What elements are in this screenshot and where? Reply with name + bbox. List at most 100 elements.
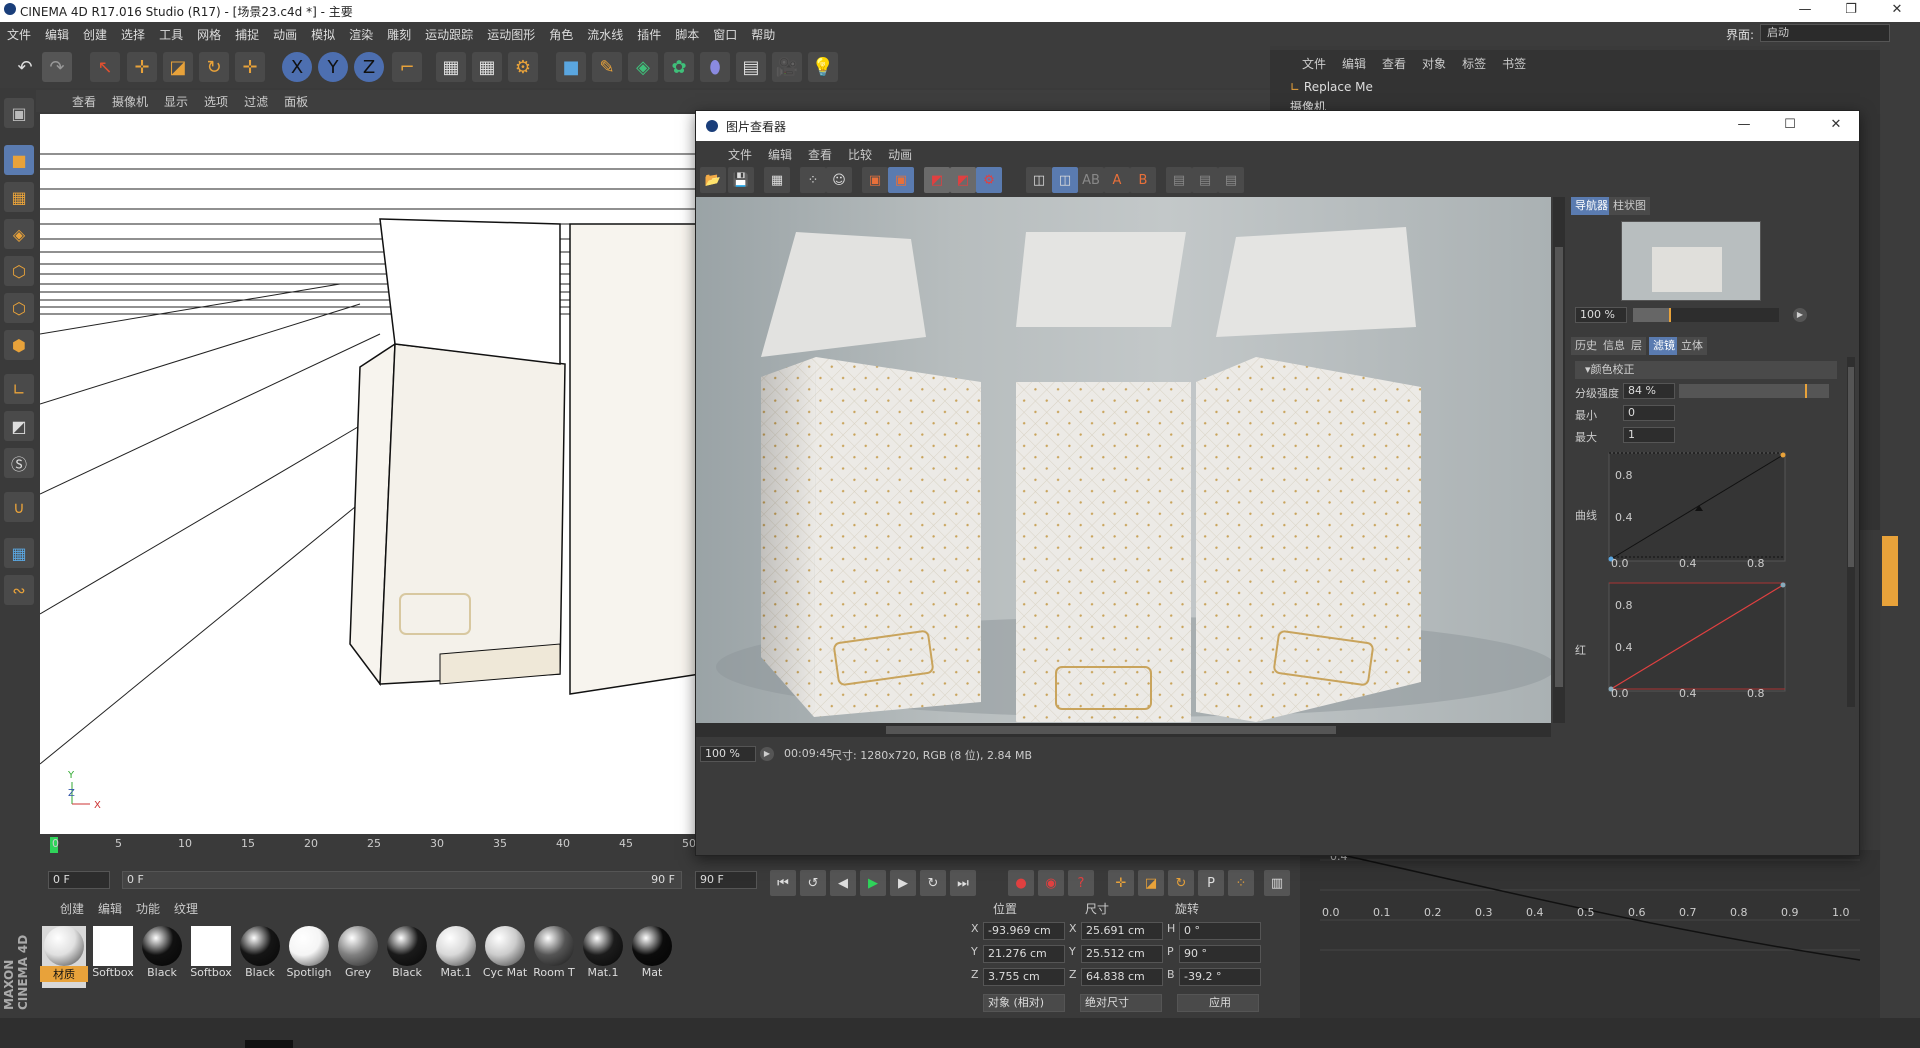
solo-mode-icon[interactable]: Ⓢ (4, 448, 34, 478)
next-frame-icon[interactable]: ▶ (890, 870, 916, 896)
material-menu-texture[interactable]: 纹理 (174, 900, 198, 917)
next-key-icon[interactable]: ↻ (920, 870, 946, 896)
z-axis-lock-icon[interactable]: Z (354, 52, 384, 82)
autokey-icon[interactable]: ◉ (1038, 870, 1064, 896)
render-picture-viewer-icon[interactable]: ▦ (472, 52, 502, 82)
play-icon[interactable]: ▶ (860, 870, 886, 896)
tweak-mode-icon[interactable]: ◩ (4, 411, 34, 441)
render-region-icon[interactable]: ▣ (862, 167, 888, 193)
menu-tools[interactable]: 工具 (152, 26, 190, 43)
material-swatch[interactable]: Softbox (189, 926, 233, 988)
viewer-vertical-scrollbar[interactable] (1553, 197, 1565, 723)
zoom-play-icon[interactable]: ▶ (760, 747, 774, 761)
scale-tool-icon[interactable]: ◪ (163, 52, 193, 82)
end-frame-field[interactable]: 90 F (695, 871, 757, 889)
max-field[interactable]: 1 (1623, 427, 1675, 443)
vscroll-thumb[interactable] (1555, 247, 1563, 687)
tab-stereo[interactable]: 立体 (1677, 337, 1707, 355)
cloner-icon[interactable]: ✿ (664, 52, 694, 82)
viewport-menu-options[interactable]: 选项 (196, 93, 236, 110)
pen-icon[interactable]: ✎ (592, 52, 622, 82)
menu-simulate[interactable]: 模拟 (304, 26, 342, 43)
timeline-ruler[interactable]: 0 5 10 15 20 25 30 35 40 45 50 (40, 834, 700, 856)
prev-key-icon[interactable]: ↺ (800, 870, 826, 896)
navigator-thumbnail[interactable] (1621, 221, 1761, 301)
menu-mesh[interactable]: 网格 (190, 26, 228, 43)
tab-filter[interactable]: 滤镜 (1649, 337, 1679, 355)
viewer-zoom-field[interactable]: 100 % (700, 746, 756, 762)
menu-select[interactable]: 选择 (114, 26, 152, 43)
obj-menu-objects[interactable]: 对象 (1414, 55, 1454, 72)
move-tool-icon[interactable]: ✛ (127, 52, 157, 82)
key-scale-icon[interactable]: ◪ (1138, 870, 1164, 896)
rotation-field[interactable]: -39.2 ° (1179, 968, 1261, 986)
frame-range-slider[interactable]: 0 F 90 F (122, 871, 682, 889)
model-mode-icon[interactable]: ■ (4, 145, 34, 175)
key-rotation-icon[interactable]: ↻ (1168, 870, 1194, 896)
material-swatch[interactable]: Mat.1 (434, 926, 478, 988)
deformer-icon[interactable]: ⬮ (700, 52, 730, 82)
position-field[interactable]: 3.755 cm (983, 968, 1065, 986)
goto-end-icon[interactable]: ⏭ (950, 870, 976, 896)
save-file-icon[interactable]: 💾 (728, 167, 754, 193)
3d-viewport[interactable]: Y Z X (40, 114, 700, 834)
attributes-tab[interactable] (1882, 536, 1898, 606)
key-pla-icon[interactable]: ⁘ (1228, 870, 1254, 896)
size-field[interactable]: 25.691 cm (1081, 922, 1163, 940)
minimize-icon[interactable]: — (1782, 0, 1828, 22)
open-file-icon[interactable]: 📂 (700, 167, 726, 193)
close-icon[interactable]: ✕ (1874, 0, 1920, 22)
layout-select[interactable]: 启动 (1760, 24, 1890, 42)
navigator-zoom-slider[interactable] (1633, 308, 1779, 322)
obj-menu-view[interactable]: 查看 (1374, 55, 1414, 72)
menu-character[interactable]: 角色 (542, 26, 580, 43)
material-menu-function[interactable]: 功能 (136, 900, 160, 917)
compare-a-icon[interactable]: ◩ (924, 167, 950, 193)
menu-window[interactable]: 窗口 (706, 26, 744, 43)
undo-icon[interactable]: ↶ (10, 52, 40, 82)
apply-button[interactable]: 应用 (1177, 994, 1259, 1012)
redo-icon[interactable]: ↷ (42, 52, 72, 82)
menu-edit[interactable]: 编辑 (38, 26, 76, 43)
menu-pipeline[interactable]: 流水线 (580, 26, 630, 43)
snap-icon[interactable]: ∪ (4, 492, 34, 522)
key-position-icon[interactable]: ✛ (1108, 870, 1134, 896)
points-mode-icon[interactable]: ⬡ (4, 256, 34, 286)
pv-menu-edit[interactable]: 编辑 (760, 146, 800, 163)
rotation-field[interactable]: 0 ° (1179, 922, 1261, 940)
rotation-field[interactable]: 90 ° (1179, 945, 1261, 963)
user-icon[interactable]: ☺ (826, 167, 852, 193)
menu-create[interactable]: 创建 (76, 26, 114, 43)
ab-text-icon[interactable]: AB (1078, 167, 1104, 193)
material-swatch[interactable]: 材质 (40, 926, 88, 988)
viewport-menu-filter[interactable]: 过滤 (236, 93, 276, 110)
select-tool-icon[interactable]: ↖ (90, 52, 120, 82)
y-axis-lock-icon[interactable]: Y (318, 52, 348, 82)
obj-menu-bookmarks[interactable]: 书签 (1494, 55, 1534, 72)
tab-history[interactable]: 历史 (1571, 337, 1601, 355)
menu-script[interactable]: 脚本 (668, 26, 706, 43)
color-correction-section[interactable]: ▾颜色校正 (1575, 361, 1837, 379)
material-swatch[interactable]: Spotligh (286, 926, 332, 988)
diff2-icon[interactable]: ▤ (1192, 167, 1218, 193)
set-a-icon[interactable]: A (1104, 167, 1130, 193)
goto-start-icon[interactable]: ⏮ (770, 870, 796, 896)
size-field[interactable]: 64.838 cm (1081, 968, 1163, 986)
render-view-icon[interactable]: ▦ (436, 52, 466, 82)
strength-slider[interactable] (1679, 384, 1829, 398)
viewer-maximize-icon[interactable]: ☐ (1767, 115, 1813, 137)
axis-mode-icon[interactable]: ∟ (4, 374, 34, 404)
picture-viewer-titlebar[interactable]: 图片查看器 — ☐ ✕ (696, 111, 1859, 141)
obj-menu-tags[interactable]: 标签 (1454, 55, 1494, 72)
coord-mode-select[interactable]: 对象 (相对) (983, 994, 1065, 1012)
object-item-replace-me[interactable]: ∟ Replace Me (1290, 80, 1373, 94)
render-settings-icon[interactable]: ⚙ (508, 52, 538, 82)
obj-menu-file[interactable]: 文件 (1294, 55, 1334, 72)
polygons-mode-icon[interactable]: ⬢ (4, 330, 34, 360)
render-active-icon[interactable]: ▣ (888, 167, 914, 193)
material-swatch[interactable]: Mat.1 (581, 926, 625, 988)
menu-sculpt[interactable]: 雕刻 (380, 26, 418, 43)
subdivision-icon[interactable]: ◈ (628, 52, 658, 82)
keyframe-selection-icon[interactable]: ? (1068, 870, 1094, 896)
menu-motion-tracker[interactable]: 运动跟踪 (418, 26, 480, 43)
